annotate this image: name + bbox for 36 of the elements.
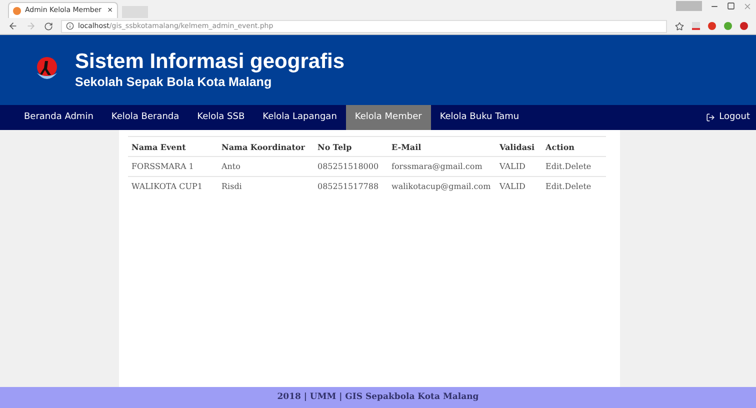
site-subtitle: Sekolah Sepak Bola Kota Malang [75,76,273,89]
column-header: No Telp [314,136,388,156]
column-header: Action [542,136,606,156]
maximize-icon[interactable] [727,2,735,10]
favicon-icon [13,6,21,14]
table-cell: 085251517788 [314,176,388,196]
table-cell: forssmara@gmail.com [388,156,496,176]
nav-item[interactable]: Kelola Lapangan [254,105,346,130]
bookmark-star-icon[interactable] [675,22,684,30]
nav-item[interactable]: Kelola Beranda [102,105,188,130]
table-cell: Anto [218,156,314,176]
column-header: E-Mail [388,136,496,156]
table-cell: 085251518000 [314,156,388,176]
column-header: Nama Event [128,136,218,156]
column-header: Nama Koordinator [218,136,314,156]
table-cell: Edit.Delete [542,176,606,196]
table-cell: VALID [496,176,542,196]
table-cell: Risdi [218,176,314,196]
reload-icon[interactable] [44,22,53,30]
nav-item[interactable]: Beranda Admin [15,105,102,130]
table-cell: FORSSMARA 1 [128,156,218,176]
footer-text: 2018 | UMM | GIS Sepakbola Kota Malang [277,391,479,404]
logout-link[interactable]: Logout [706,105,756,130]
nav-item[interactable]: Kelola Member [346,105,431,130]
table-cell: walikotacup@gmail.com [388,176,496,196]
back-icon[interactable] [8,21,18,31]
nav-item[interactable]: Kelola SSB [188,105,254,130]
info-icon[interactable] [66,22,74,30]
logout-icon [706,113,716,122]
nav-item[interactable]: Kelola Buku Tamu [430,105,528,130]
close-icon[interactable] [743,2,752,10]
column-header: Validasi [496,136,542,156]
site-title: Sistem Informasi geografis [75,51,345,72]
table-cell: VALID [496,156,542,176]
table-cell: WALIKOTA CUP1 [128,176,218,196]
table-cell: Edit.Delete [542,156,606,176]
